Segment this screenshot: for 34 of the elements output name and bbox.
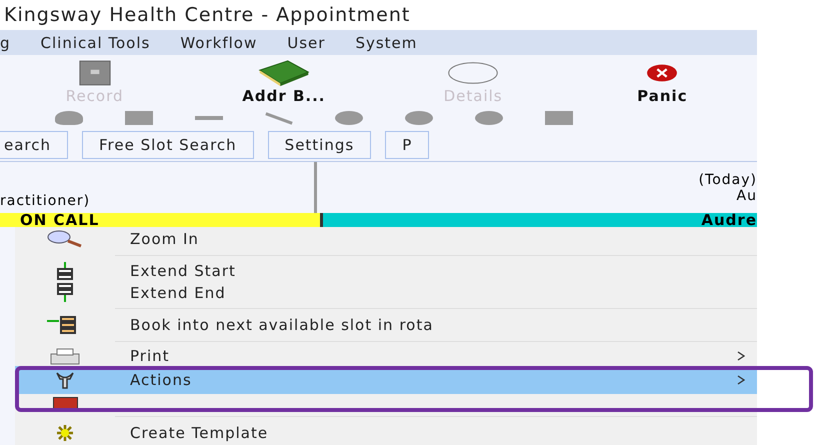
- menu-item[interactable]: System: [355, 34, 418, 52]
- circle-icon[interactable]: [405, 111, 433, 125]
- menu-item-label: Zoom In: [130, 230, 200, 248]
- toolbox-icon: [52, 396, 78, 410]
- menu-item-label: Actions: [130, 371, 193, 389]
- context-menu-item[interactable]: Print: [15, 346, 757, 366]
- circle-icon[interactable]: [475, 111, 503, 125]
- menu-item[interactable]: g: [0, 34, 11, 52]
- menu-item-label: Print: [130, 347, 171, 365]
- session-label: ON CALL: [0, 213, 320, 227]
- column-header: ractitioner): [0, 193, 90, 209]
- column-header: Au: [736, 188, 757, 204]
- toolbar-button[interactable]: Panic: [568, 57, 757, 107]
- window-title: Kingsway Health Centre - Appointment: [0, 0, 757, 30]
- menu-item[interactable]: Clinical Tools: [40, 34, 150, 52]
- date-label: (Today): [698, 172, 757, 188]
- action-button[interactable]: P: [385, 131, 430, 159]
- action-button[interactable]: earch: [0, 131, 68, 159]
- menu-item-label: Book into next available slot in rota: [130, 316, 434, 334]
- action-button[interactable]: Free Slot Search: [82, 131, 254, 159]
- menu-item-label: Create Template: [130, 424, 270, 442]
- context-menu-item[interactable]: Extend End: [15, 282, 757, 304]
- menu-item-label: Extend End: [130, 284, 227, 302]
- action-button[interactable]: Settings: [268, 131, 372, 159]
- circle-icon[interactable]: [335, 111, 363, 125]
- context-menu-item[interactable]: Zoom In: [15, 227, 757, 251]
- context-menu-item[interactable]: Create Template: [15, 421, 757, 445]
- menu-item-label: Extend Start: [130, 262, 237, 280]
- context-menu-item[interactable]: Extend Start: [15, 260, 757, 282]
- session-label: Audre: [320, 213, 757, 227]
- menu-item[interactable]: Workflow: [180, 34, 258, 52]
- context-menu-item[interactable]: Book into next available slot in rota: [15, 313, 757, 337]
- menu-item[interactable]: User: [287, 34, 326, 52]
- toolbar-button[interactable]: Addr B...: [189, 57, 378, 107]
